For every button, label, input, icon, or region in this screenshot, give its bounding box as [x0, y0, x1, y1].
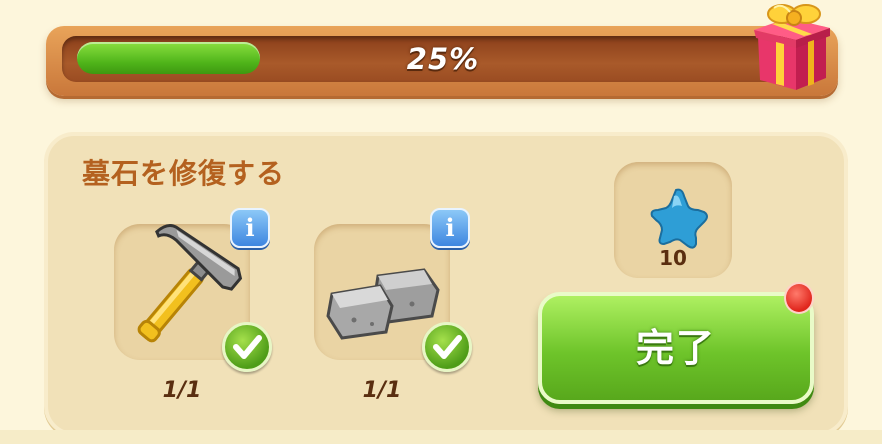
info-button-hammer[interactable]: i — [230, 208, 270, 248]
progress-percent: 25% — [406, 42, 480, 76]
info-button-stones[interactable]: i — [430, 208, 470, 248]
progress-track: 25% — [62, 36, 824, 82]
requirement-count-hammer: 1/1 — [162, 378, 202, 403]
notification-dot — [784, 282, 814, 314]
gift-box-icon[interactable] — [752, 0, 832, 92]
progress-bar: 25% — [46, 26, 838, 96]
task-title: 墓石を修復する — [82, 157, 286, 190]
requirement-count-stones: 1/1 — [362, 378, 402, 403]
checkmark-icon — [222, 322, 272, 372]
reward-amount: 10 — [659, 246, 687, 270]
complete-button[interactable]: 完了 — [538, 292, 814, 404]
checkmark-icon — [422, 322, 472, 372]
bottom-strip — [0, 430, 882, 444]
